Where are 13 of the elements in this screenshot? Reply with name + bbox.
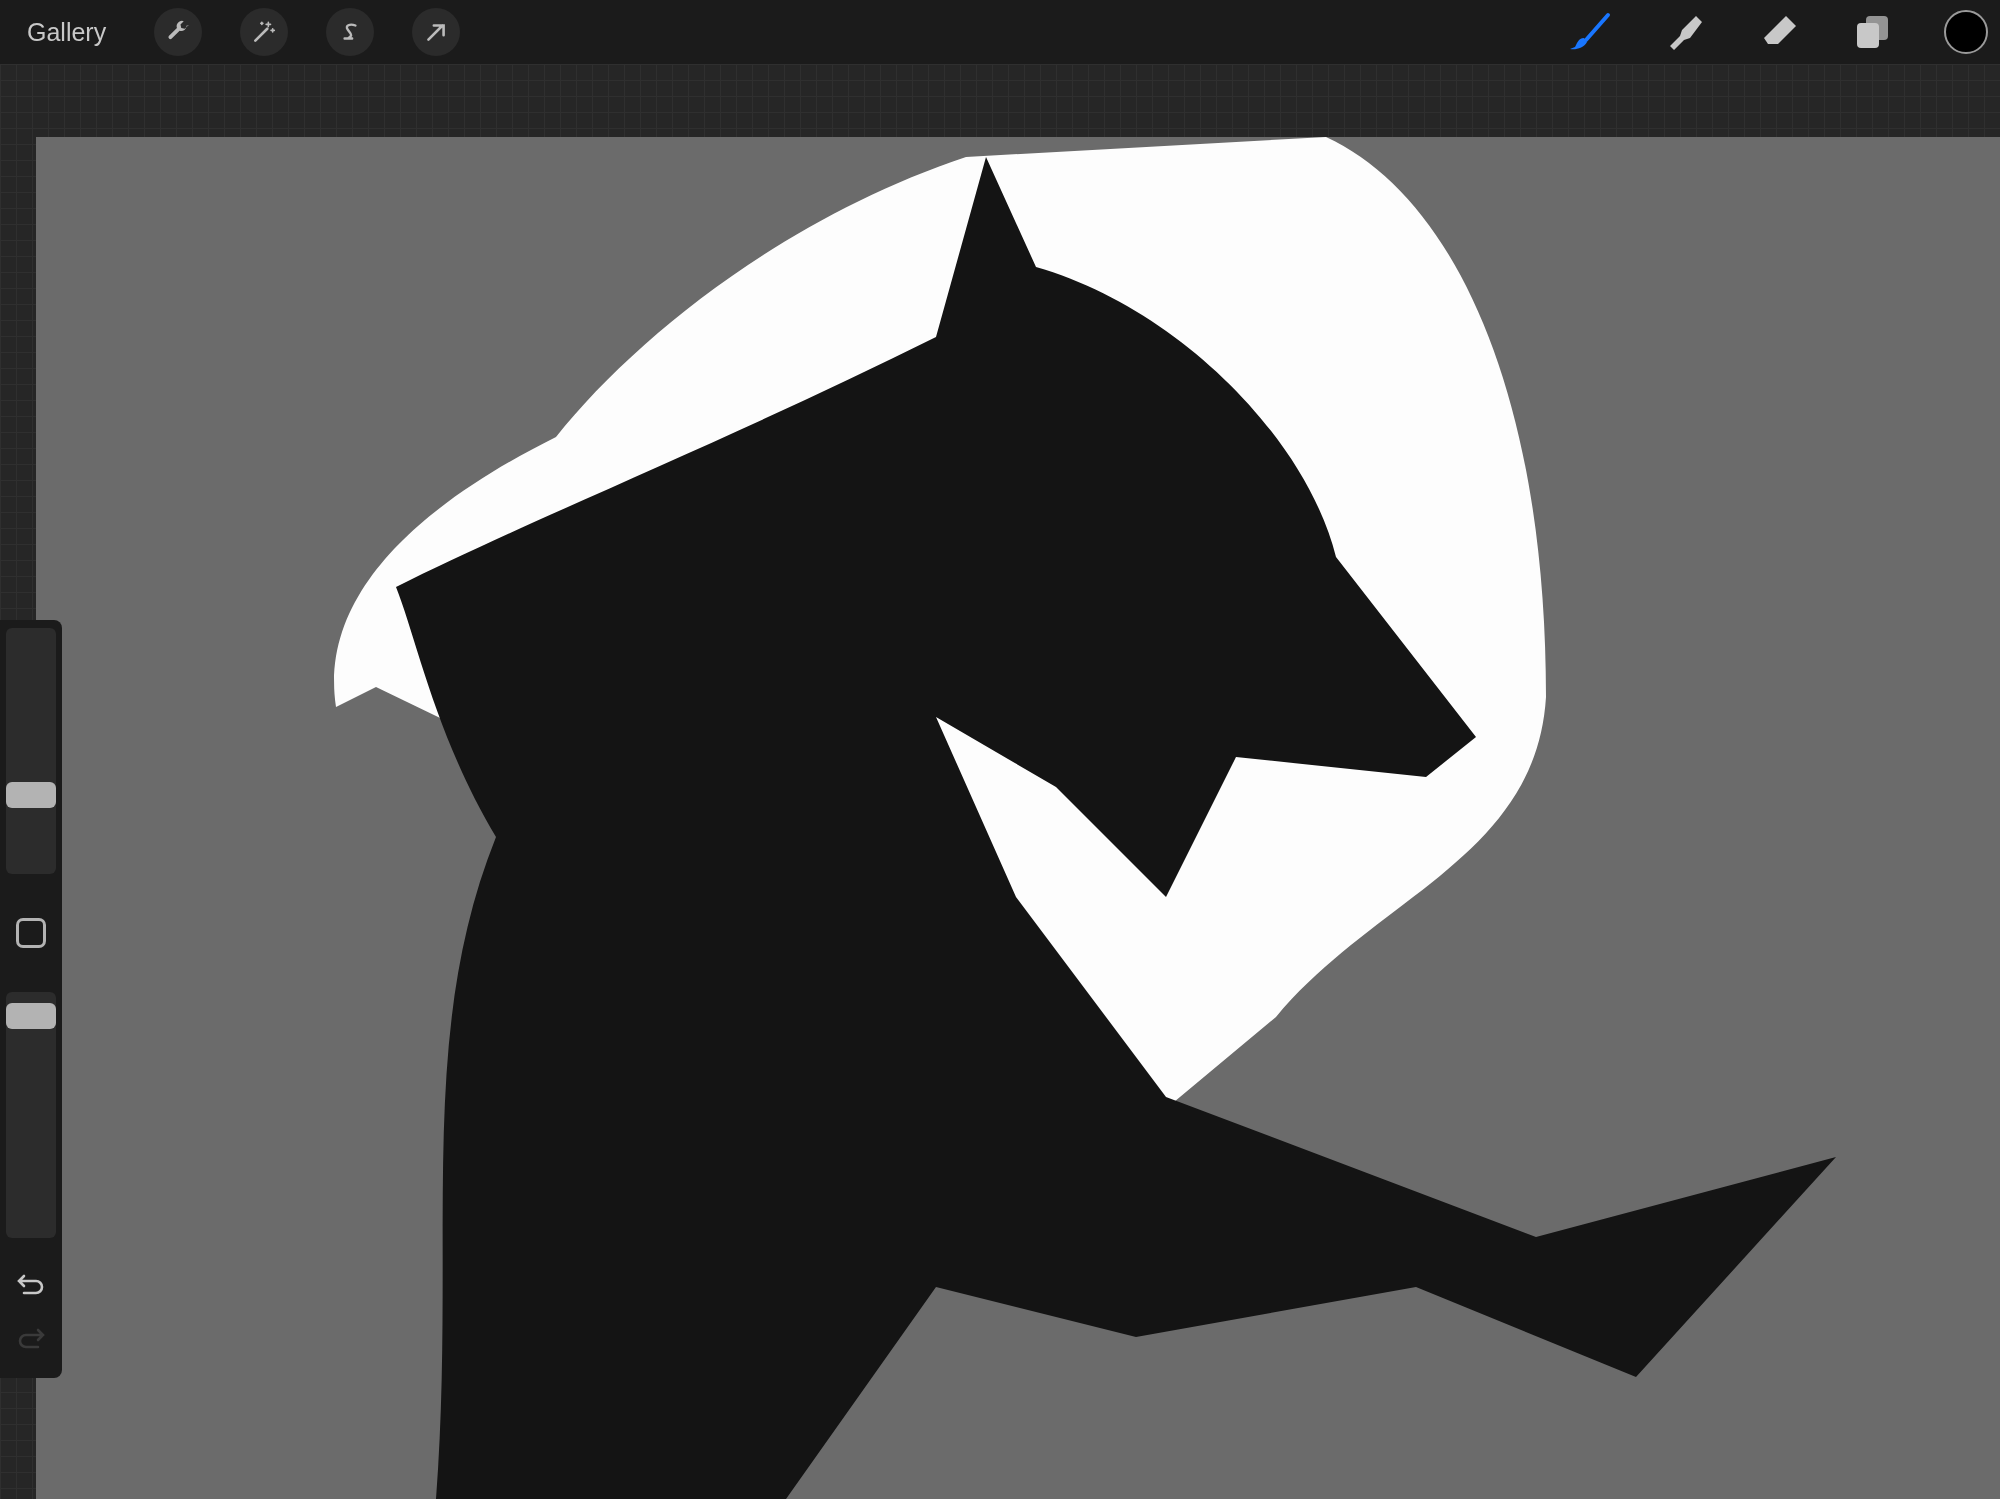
slider-thumb[interactable] (6, 782, 56, 808)
wrench-tool-button[interactable] (154, 8, 203, 56)
selection-tool-button[interactable] (326, 8, 375, 56)
gallery-link[interactable]: Gallery (27, 17, 107, 47)
slider-thumb[interactable] (6, 1003, 56, 1029)
transform-tool-button[interactable] (412, 8, 461, 56)
layers-tool-button[interactable] (1854, 14, 1890, 50)
brush-size-slider[interactable] (6, 628, 56, 874)
square-icon[interactable] (16, 918, 46, 948)
color-swatch[interactable] (1944, 10, 1988, 54)
magic-wand-icon (251, 19, 278, 45)
opacity-slider[interactable] (6, 992, 56, 1238)
wand-tool-button[interactable] (240, 8, 289, 56)
